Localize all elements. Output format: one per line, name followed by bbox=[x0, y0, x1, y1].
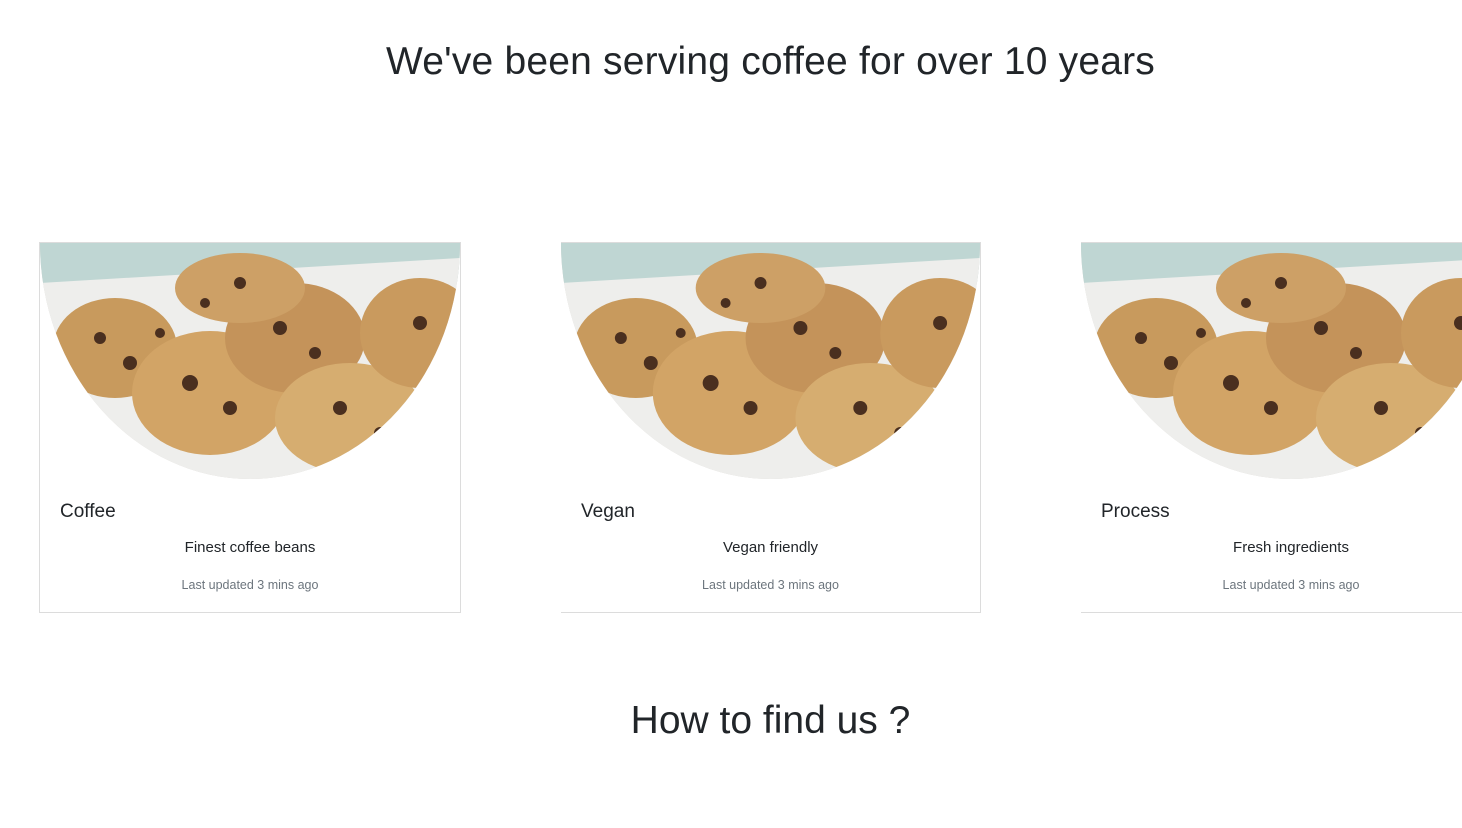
card-coffee: Coffee Finest coffee beans Last updated … bbox=[39, 242, 461, 613]
cookies-image bbox=[561, 243, 980, 479]
card-image bbox=[561, 243, 980, 479]
card-vegan: Vegan Vegan friendly Last updated 3 mins… bbox=[561, 242, 981, 613]
card-updated-text: Last updated 3 mins ago bbox=[702, 578, 839, 592]
card-image bbox=[40, 243, 460, 479]
card-text: Fresh ingredients bbox=[1233, 539, 1349, 556]
card-text: Vegan friendly bbox=[722, 539, 819, 556]
cookies-image bbox=[1081, 243, 1462, 479]
section-heading: We've been serving coffee for over 10 ye… bbox=[385, 40, 1156, 83]
card-image bbox=[1081, 243, 1462, 479]
card-updated-text: Last updated 3 mins ago bbox=[181, 578, 319, 592]
card-title: Vegan bbox=[581, 501, 635, 522]
card-text: Finest coffee beans bbox=[184, 539, 316, 556]
card-title: Process bbox=[1101, 501, 1170, 522]
card-process: Process Fresh ingredients Last updated 3… bbox=[1081, 242, 1462, 613]
card-updated-text: Last updated 3 mins ago bbox=[1222, 578, 1360, 592]
find-us-heading: How to find us ? bbox=[630, 699, 911, 742]
cookies-image bbox=[40, 243, 460, 479]
card-title: Coffee bbox=[60, 501, 116, 522]
